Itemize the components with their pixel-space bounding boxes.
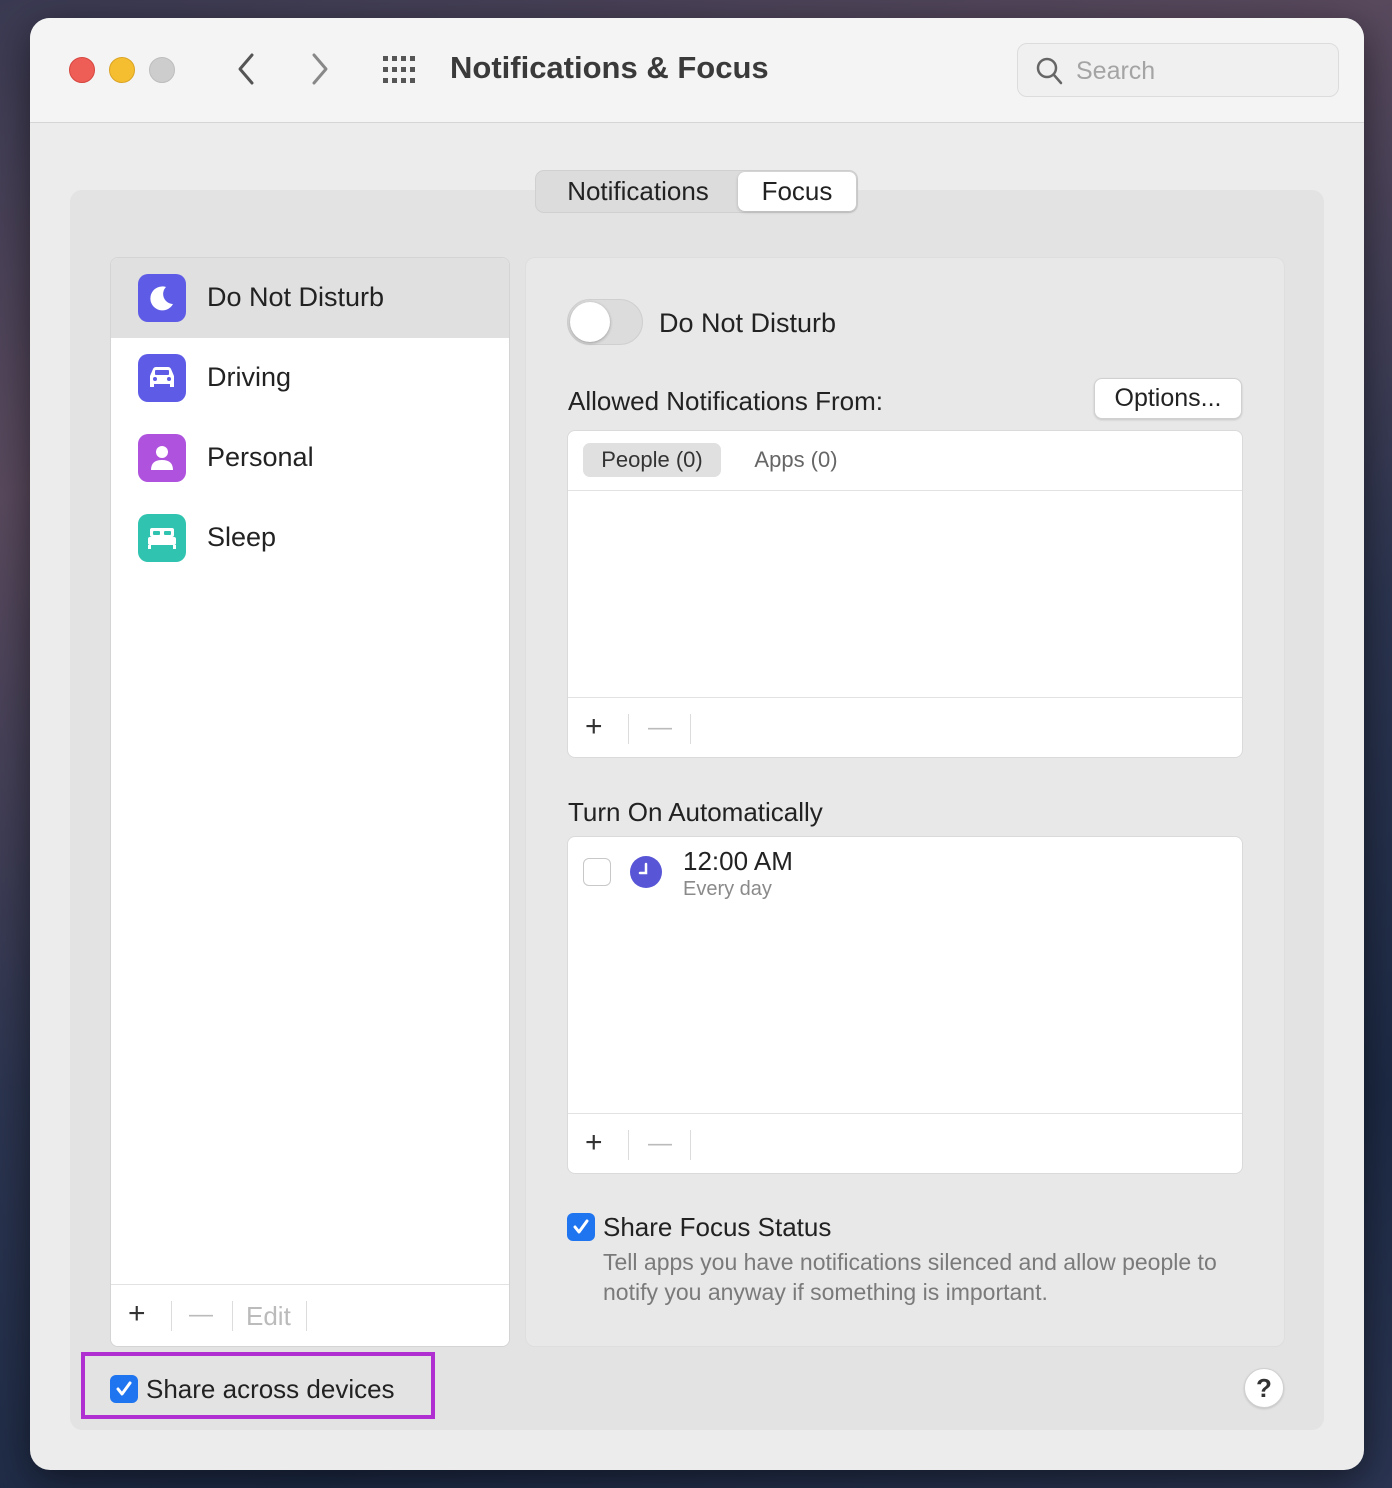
show-all-grid-button[interactable] [379,52,423,88]
checkmark-icon [116,1381,132,1396]
titlebar: Notifications & Focus [30,18,1364,123]
allowed-tabs: People (0) Apps (0) [568,431,1242,491]
tab-notifications[interactable]: Notifications [538,172,738,211]
remove-focus-button[interactable]: — [189,1301,213,1329]
allowed-notifications-list: People (0) Apps (0) + — [567,430,1243,758]
sidebar-item-label: Driving [207,362,292,392]
search-field[interactable] [1017,43,1339,97]
share-focus-status-checkbox[interactable] [567,1213,595,1241]
toolbar-divider [628,714,629,744]
tab-focus[interactable]: Focus [738,172,856,211]
sidebar-toolbar: + — Edit [111,1284,509,1346]
toolbar-divider [171,1301,172,1331]
tab-segmented-control: Notifications Focus [535,170,858,213]
sidebar-item-label: Personal [207,442,314,472]
remove-automation-button[interactable]: — [648,1130,672,1158]
search-icon [1036,57,1063,85]
add-focus-button[interactable]: + [128,1297,146,1331]
sidebar-item-personal[interactable]: Personal [111,418,509,498]
clock-icon [630,856,662,888]
focus-detail-panel: Do Not Disturb Allowed Notifications Fro… [525,257,1285,1347]
sidebar-item-label: Do Not Disturb [207,282,385,312]
forward-button[interactable] [300,46,340,92]
share-across-devices-checkbox[interactable] [110,1375,138,1403]
grid-icon [383,56,415,83]
remove-allowed-button[interactable]: — [648,714,672,742]
automation-list-toolbar: + — [568,1113,1242,1173]
minimize-window-button[interactable] [109,57,135,83]
options-button[interactable]: Options... [1094,378,1242,419]
share-across-devices-label: Share across devices [146,1374,395,1404]
bed-icon [138,514,186,562]
help-button[interactable]: ? [1244,1368,1284,1408]
allowed-notifications-heading: Allowed Notifications From: [568,386,883,416]
toggle-label: Do Not Disturb [659,308,837,338]
back-button[interactable] [226,46,266,92]
chevron-right-icon [312,53,328,85]
toolbar-divider [690,1130,691,1160]
sidebar-item-sleep[interactable]: Sleep [111,498,509,578]
search-input[interactable] [1076,54,1326,88]
moon-icon [138,274,186,322]
zoom-window-button[interactable] [149,57,175,83]
toggle-knob [570,302,610,342]
do-not-disturb-toggle[interactable] [567,299,643,345]
add-automation-button[interactable]: + [585,1126,603,1160]
share-focus-status-label: Share Focus Status [603,1212,832,1242]
chevron-left-icon [238,53,254,85]
tab-people[interactable]: People (0) [583,443,721,477]
person-icon [138,434,186,482]
focus-list-sidebar: Do Not Disturb Driving Personal Sleep + … [110,257,510,1347]
turn-on-automatically-heading: Turn On Automatically [568,797,823,827]
window-title: Notifications & Focus [450,50,769,85]
allowed-list-toolbar: + — [568,697,1242,757]
share-focus-status-description: Tell apps you have notifications silence… [603,1249,1217,1305]
tab-apps[interactable]: Apps (0) [736,443,856,477]
close-window-button[interactable] [69,57,95,83]
schedule-enabled-checkbox[interactable] [583,858,611,886]
toolbar-divider [628,1130,629,1160]
edit-focus-button[interactable]: Edit [246,1301,291,1332]
toolbar-divider [232,1301,233,1331]
schedule-repeat: Every day [683,878,772,900]
car-icon [138,354,186,402]
toolbar-divider [306,1301,307,1331]
system-preferences-window: Notifications & Focus Notifications Focu… [30,18,1364,1470]
add-allowed-button[interactable]: + [585,710,603,744]
automation-list: 12:00 AM Every day + — [567,836,1243,1174]
schedule-time: 12:00 AM [683,846,793,876]
checkmark-icon [573,1219,589,1234]
sidebar-item-do-not-disturb[interactable]: Do Not Disturb [111,258,509,338]
sidebar-item-driving[interactable]: Driving [111,338,509,418]
toolbar-divider [690,714,691,744]
sidebar-item-label: Sleep [207,522,277,552]
